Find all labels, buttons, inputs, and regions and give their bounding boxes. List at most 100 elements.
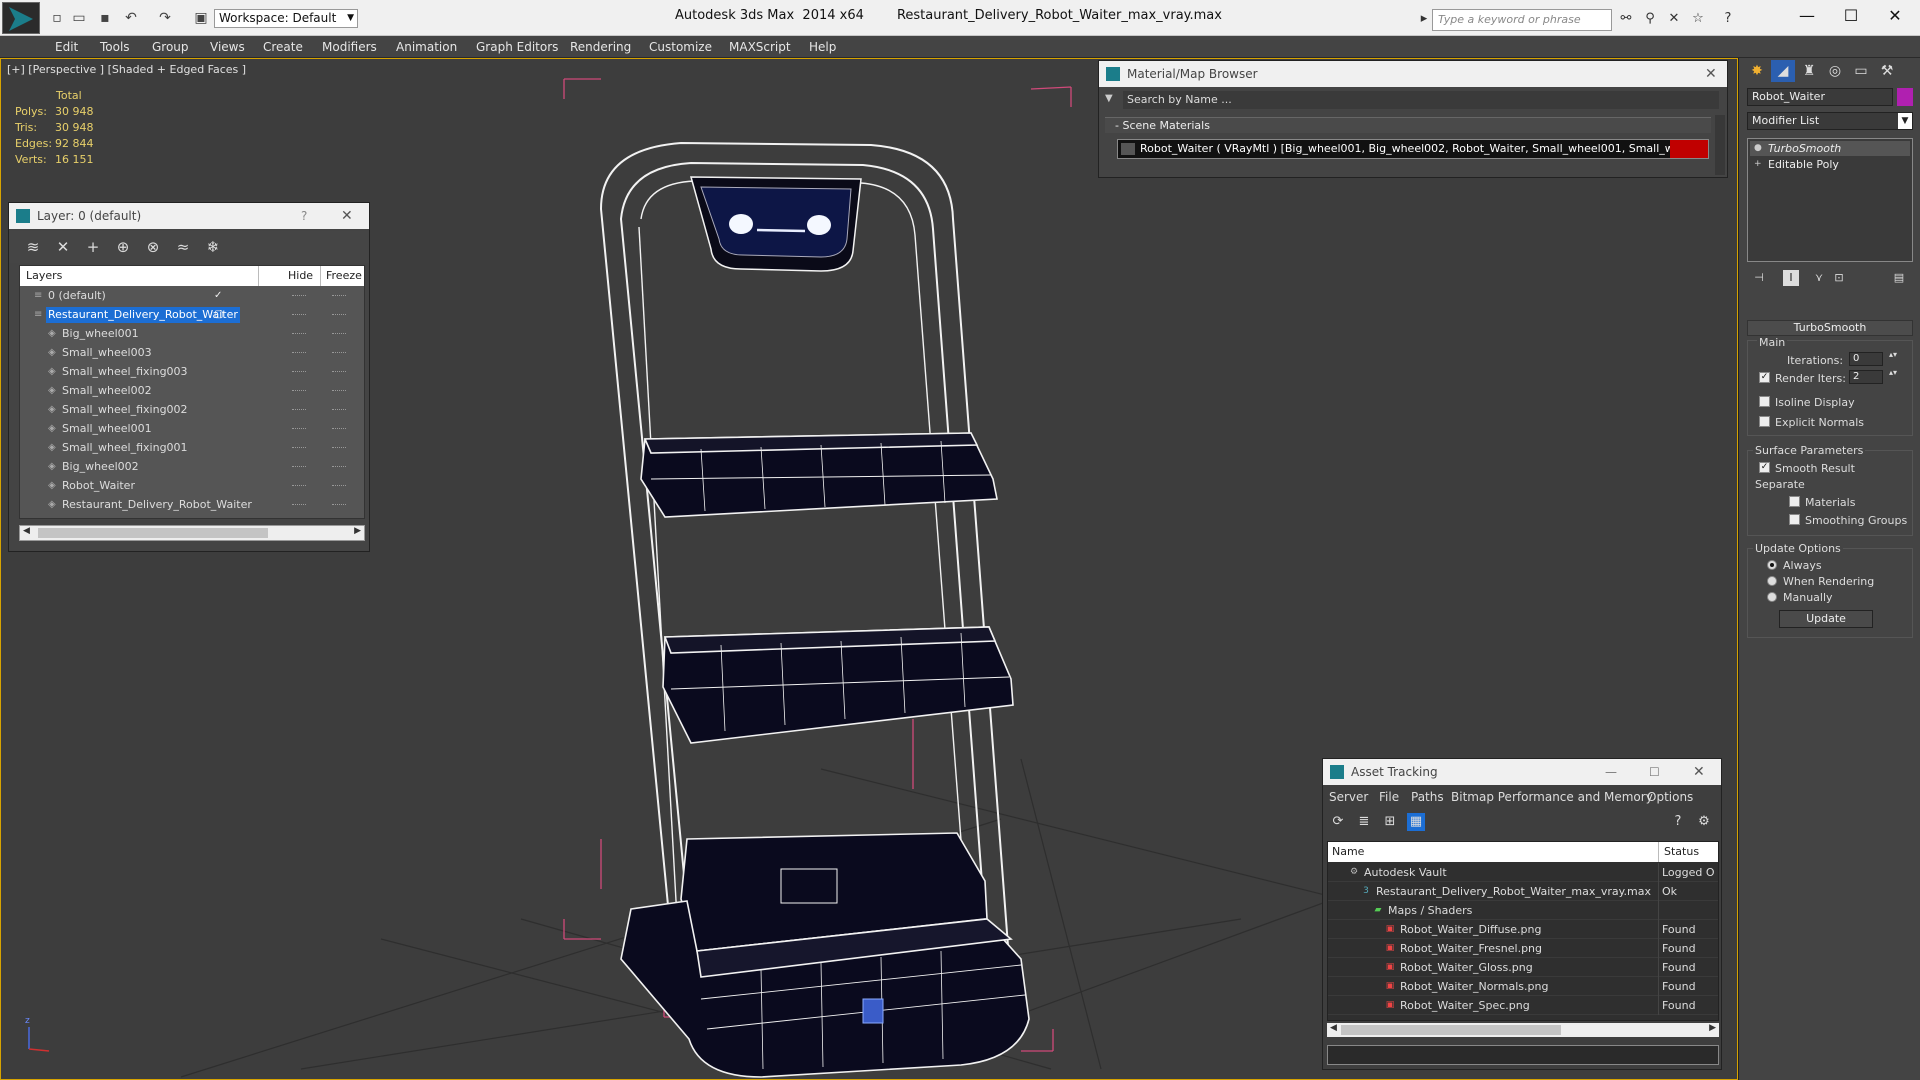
menu-edit[interactable]: Edit: [55, 40, 78, 54]
material-entry[interactable]: Robot_Waiter ( VRayMtl ) [Big_wheel001, …: [1117, 139, 1709, 159]
make-unique-icon[interactable]: ⋎: [1811, 270, 1827, 286]
asset-menu-file[interactable]: File: [1379, 790, 1399, 804]
stack-item-turbosmooth[interactable]: ● TurboSmooth: [1750, 141, 1910, 156]
freeze-toggle[interactable]: [332, 504, 346, 506]
delete-layer-icon[interactable]: ✕: [53, 238, 73, 256]
favorites-star-icon[interactable]: ☆: [1690, 11, 1706, 27]
materials-checkbox[interactable]: [1789, 496, 1800, 507]
layer-row[interactable]: ◈ Small_wheel_fixing003: [20, 363, 364, 382]
menu-customize[interactable]: Customize: [649, 40, 712, 54]
material-search-input[interactable]: Search by Name ...: [1123, 91, 1719, 109]
layer-row[interactable]: ◈ Restaurant_Delivery_Robot_Waiter: [20, 496, 364, 515]
layer-row[interactable]: ◈ Small_wheel_fixing001: [20, 439, 364, 458]
save-file-icon[interactable]: ▪: [96, 10, 114, 26]
hide-toggle[interactable]: [292, 466, 306, 468]
subscription-icon[interactable]: ⚲: [1642, 11, 1658, 27]
asset-row[interactable]: ▣ Robot_Waiter_Spec.png Found: [1328, 996, 1718, 1015]
freeze-toggle[interactable]: [332, 409, 346, 411]
menu-modifiers[interactable]: Modifiers: [322, 40, 377, 54]
column-freeze[interactable]: Freeze: [326, 269, 362, 282]
asset-menu-paths[interactable]: Paths: [1411, 790, 1444, 804]
freeze-toggle[interactable]: [332, 295, 346, 297]
render-iters-spinner[interactable]: 2: [1849, 370, 1883, 384]
maximize-button[interactable]: ☐: [1828, 4, 1874, 28]
add-to-layer-icon[interactable]: +: [83, 238, 103, 256]
manually-radio[interactable]: [1767, 592, 1777, 602]
close-button[interactable]: ✕: [1872, 4, 1918, 28]
asset-path-field[interactable]: [1327, 1045, 1719, 1065]
active-layer-check-icon[interactable]: ✓: [214, 290, 224, 301]
hide-toggle[interactable]: [292, 352, 306, 354]
hide-toggle[interactable]: [292, 485, 306, 487]
asset-horizontal-scrollbar[interactable]: ◀ ▶: [1327, 1023, 1719, 1037]
freeze-toggle[interactable]: [332, 485, 346, 487]
scroll-right-icon[interactable]: ▶: [354, 526, 361, 536]
render-iters-checkbox[interactable]: ✓: [1759, 372, 1770, 383]
asset-row[interactable]: ▣ Robot_Waiter_Diffuse.png Found: [1328, 920, 1718, 939]
asset-row[interactable]: ⚙ Autodesk Vault Logged O: [1328, 863, 1718, 882]
asset-row[interactable]: ▣ Robot_Waiter_Normals.png Found: [1328, 977, 1718, 996]
asset-menu-server[interactable]: Server: [1329, 790, 1368, 804]
close-icon[interactable]: ✕: [1693, 759, 1705, 785]
menu-graph-editors[interactable]: Graph Editors: [476, 40, 558, 54]
minimize-icon[interactable]: —: [1605, 759, 1617, 785]
hide-toggle[interactable]: [292, 428, 306, 430]
menu-animation[interactable]: Animation: [396, 40, 457, 54]
asset-row[interactable]: ▣ Robot_Waiter_Fresnel.png Found: [1328, 939, 1718, 958]
new-file-icon[interactable]: ▫: [48, 10, 66, 26]
close-icon[interactable]: ✕: [341, 203, 353, 229]
object-color-swatch[interactable]: [1897, 88, 1913, 106]
pin-stack-icon[interactable]: ⊣: [1751, 270, 1767, 286]
layer-row[interactable]: ≡ 0 (default) ✓: [20, 287, 364, 306]
scene-materials-group[interactable]: - Scene Materials: [1105, 117, 1711, 133]
layer-row[interactable]: ◈ Small_wheel_fixing002: [20, 401, 364, 420]
hide-toggle[interactable]: [292, 314, 306, 316]
menu-views[interactable]: Views: [210, 40, 245, 54]
modify-tab-icon[interactable]: ◢: [1771, 60, 1795, 82]
menu-group[interactable]: Group: [152, 40, 189, 54]
column-name[interactable]: Name: [1332, 845, 1364, 858]
freeze-toggle[interactable]: [332, 466, 346, 468]
communication-icon[interactable]: ✕: [1666, 11, 1682, 27]
close-icon[interactable]: ✕: [1705, 61, 1717, 87]
freeze-all-layers-icon[interactable]: ❄: [203, 238, 223, 256]
hierarchy-tab-icon[interactable]: ♜: [1797, 60, 1821, 82]
scroll-right-icon[interactable]: ▶: [1709, 1023, 1716, 1033]
remove-modifier-icon[interactable]: ⊡: [1831, 270, 1847, 286]
column-status[interactable]: Status: [1664, 845, 1699, 858]
asset-menu-options[interactable]: Options: [1647, 790, 1693, 804]
project-folder-icon[interactable]: ▣: [192, 10, 210, 26]
layer-horizontal-scrollbar[interactable]: ◀ ▶: [19, 525, 365, 541]
viewport-label[interactable]: [+] [Perspective ] [Shaded + Edged Faces…: [7, 63, 246, 76]
scroll-left-icon[interactable]: ◀: [1330, 1023, 1337, 1033]
tree-view-icon[interactable]: ⊞: [1381, 813, 1399, 831]
new-layer-icon[interactable]: ≋: [23, 238, 43, 256]
workspace-select[interactable]: Workspace: Default ▼: [214, 9, 358, 28]
search-input[interactable]: Type a keyword or phrase: [1432, 9, 1612, 31]
undo-icon[interactable]: ↶: [122, 10, 140, 26]
app-menu-button[interactable]: [2, 2, 40, 34]
vault-settings-icon[interactable]: ⚙: [1695, 813, 1713, 831]
maximize-icon[interactable]: ☐: [1649, 759, 1660, 785]
set-current-layer-icon[interactable]: ▢: [214, 309, 224, 320]
turbosmooth-rollout-header[interactable]: TurboSmooth: [1747, 320, 1913, 336]
spinner-arrows-icon[interactable]: ▴▾: [1889, 368, 1897, 377]
help-icon[interactable]: ?: [1720, 11, 1736, 27]
highlight-layer-icon[interactable]: ⊗: [143, 238, 163, 256]
layer-row[interactable]: ◈ Small_wheel002: [20, 382, 364, 401]
asset-row[interactable]: ▰ Maps / Shaders: [1328, 901, 1718, 920]
configure-sets-icon[interactable]: ▤: [1891, 270, 1907, 286]
lightbulb-icon[interactable]: ●: [1754, 143, 1764, 153]
update-button[interactable]: Update: [1779, 610, 1873, 628]
select-objects-icon[interactable]: ⊕: [113, 238, 133, 256]
freeze-toggle[interactable]: [332, 447, 346, 449]
scroll-thumb[interactable]: [1341, 1025, 1561, 1035]
refresh-icon[interactable]: ⟳: [1329, 813, 1347, 831]
hide-toggle[interactable]: [292, 333, 306, 335]
expand-icon[interactable]: +: [1754, 159, 1764, 169]
stack-item-editable-poly[interactable]: + Editable Poly: [1750, 157, 1910, 172]
binoculars-icon[interactable]: ⚯: [1618, 11, 1634, 27]
redo-icon[interactable]: ↷: [156, 10, 174, 26]
hide-all-layers-icon[interactable]: ≈: [173, 238, 193, 256]
open-file-icon[interactable]: ▭: [70, 10, 88, 26]
